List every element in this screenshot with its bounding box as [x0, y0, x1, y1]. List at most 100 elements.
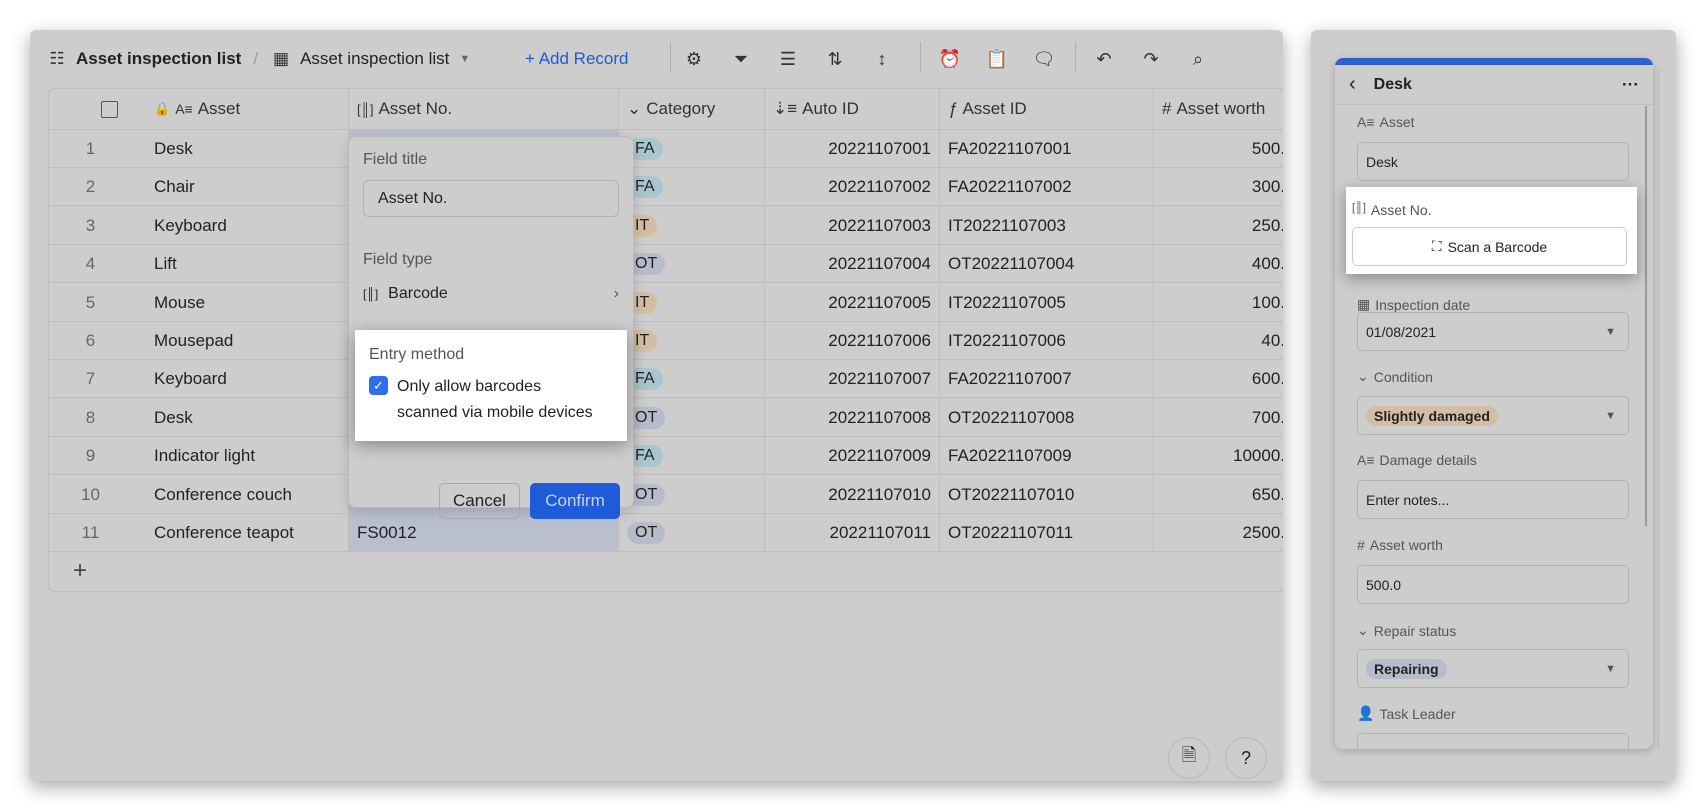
column-header-asset-no[interactable]: [║] Asset No. — [349, 89, 619, 130]
cell-asset-id[interactable]: OT20221107008 — [940, 398, 1154, 437]
column-header-asset-worth[interactable]: # Asset worth — [1154, 89, 1283, 130]
search-icon[interactable]: ⌕ — [1184, 45, 1212, 73]
cell-asset-worth[interactable]: 40. — [1154, 322, 1283, 360]
cell-asset-worth[interactable]: 10000. — [1154, 437, 1283, 475]
cell-auto-id[interactable]: 20221107005 — [765, 283, 940, 322]
redo-icon[interactable]: ↷ — [1137, 45, 1165, 73]
cell-asset-worth[interactable]: 600. — [1154, 360, 1283, 398]
row-number[interactable]: 9 — [49, 437, 132, 475]
cell-auto-id[interactable]: 20221107009 — [765, 437, 940, 476]
cell-auto-id[interactable]: 20221107007 — [765, 360, 940, 399]
settings-icon[interactable]: ⚙ — [680, 45, 708, 73]
cell-asset-worth[interactable]: 400. — [1154, 245, 1283, 283]
repair-status-select[interactable]: Repairing ▼ — [1357, 649, 1629, 688]
cell-asset-id[interactable]: IT20221107006 — [940, 322, 1154, 360]
clipboard-icon[interactable]: 📋 — [983, 45, 1011, 73]
cell-asset-id[interactable]: FA20221107001 — [940, 130, 1154, 168]
chevron-down-icon[interactable]: ▼ — [459, 53, 470, 65]
cell-asset-id[interactable]: IT20221107005 — [940, 283, 1154, 322]
table-row[interactable]: 8 Desk OT 20221107008 OT20221107008 700. — [49, 398, 1283, 437]
row-number[interactable]: 1 — [49, 130, 132, 168]
scan-barcode-button[interactable]: ⛶ Scan a Barcode — [1352, 227, 1627, 266]
row-number[interactable]: 4 — [49, 245, 132, 283]
cell-asset-worth[interactable]: 2500. — [1154, 514, 1283, 552]
cell-auto-id[interactable]: 20221107001 — [765, 130, 940, 168]
cell-asset-id[interactable]: FA20221107009 — [940, 437, 1154, 476]
cell-auto-id[interactable]: 20221107008 — [765, 398, 940, 437]
column-header-auto-id[interactable]: ⇣≡ Auto ID — [765, 89, 940, 130]
table-row[interactable]: 4 Lift OT 20221107004 OT20221107004 400. — [49, 245, 1283, 284]
sort-icon[interactable]: ⇅ — [821, 45, 849, 73]
row-number[interactable]: 8 — [49, 399, 132, 437]
cell-auto-id[interactable]: 20221107011 — [765, 514, 940, 552]
cell-asset[interactable]: Desk — [132, 398, 349, 437]
cell-asset[interactable]: Conference couch — [132, 475, 349, 514]
cell-asset-id[interactable]: FA20221107007 — [940, 360, 1154, 399]
task-leader-input[interactable] — [1357, 733, 1629, 749]
more-icon[interactable]: ··· — [1622, 75, 1639, 95]
row-number[interactable]: 6 — [49, 322, 132, 360]
row-height-icon[interactable]: ↕ — [868, 45, 896, 73]
cell-auto-id[interactable]: 20221107010 — [765, 475, 940, 514]
row-number[interactable]: 3 — [49, 207, 132, 245]
back-icon[interactable]: ‹ — [1349, 73, 1356, 96]
asset-input[interactable]: Desk — [1357, 142, 1629, 181]
cell-category[interactable]: FA — [619, 360, 765, 399]
row-number[interactable]: 5 — [49, 284, 132, 322]
table-row[interactable]: 9 Indicator light FA 20221107009 FA202211070… — [49, 437, 1283, 476]
table-row[interactable]: 7 Keyboard FA 20221107007 FA20221107007 600. — [49, 360, 1283, 399]
row-number[interactable]: 11 — [49, 514, 132, 552]
cell-asset[interactable]: Keyboard — [132, 206, 349, 245]
table-row[interactable]: 3 Keyboard IT 20221107003 IT20221107003 250. — [49, 206, 1283, 245]
cell-asset-id[interactable]: OT20221107010 — [940, 475, 1154, 514]
asset-worth-input[interactable]: 500.0 — [1357, 565, 1629, 604]
cell-asset-worth[interactable]: 100. — [1154, 284, 1283, 322]
cell-asset-id[interactable]: IT20221107003 — [940, 206, 1154, 245]
cell-category[interactable]: IT — [619, 206, 765, 245]
cell-category[interactable]: OT — [619, 245, 765, 284]
cell-asset[interactable]: Mousepad — [132, 322, 349, 360]
cell-category[interactable]: OT — [619, 514, 765, 552]
help-icon[interactable]: ? — [1225, 737, 1267, 779]
checkbox-checked-icon[interactable]: ✓ — [369, 376, 388, 395]
table-row[interactable]: 2 Chair FA 20221107002 FA20221107002 300. — [49, 168, 1283, 207]
row-number[interactable]: 7 — [49, 360, 132, 398]
cell-auto-id[interactable]: 20221107004 — [765, 245, 940, 284]
mobile-only-option[interactable]: ✓ Only allow barcodes scanned via mobile … — [369, 374, 619, 426]
cell-category[interactable]: OT — [619, 475, 765, 514]
cell-category[interactable]: OT — [619, 398, 765, 437]
cell-asset[interactable]: Keyboard — [132, 360, 349, 399]
field-title-input[interactable]: Asset No. — [363, 180, 619, 217]
cell-asset-no[interactable]: FS0012 — [349, 514, 619, 552]
column-header-asset[interactable]: 🔒 A≡ Asset — [132, 89, 349, 130]
comment-icon[interactable]: 🗨 — [1030, 45, 1058, 73]
cell-asset-id[interactable]: FA20221107002 — [940, 168, 1154, 207]
cell-category[interactable]: IT — [619, 283, 765, 322]
undo-icon[interactable]: ↶ — [1090, 45, 1118, 73]
table-row[interactable]: 10 Conference couch OT 20221107010 OT2022110… — [49, 475, 1283, 514]
cell-asset[interactable]: Lift — [132, 245, 349, 284]
column-header-asset-id[interactable]: ƒ Asset ID — [940, 89, 1154, 130]
cell-asset-worth[interactable]: 300. — [1154, 168, 1283, 206]
confirm-button[interactable]: Confirm — [530, 483, 620, 519]
row-number[interactable]: 10 — [49, 476, 132, 514]
table-row[interactable]: 5 Mouse IT 20221107005 IT20221107005 100. — [49, 283, 1283, 322]
field-type-selector[interactable]: [║] Barcode › — [363, 279, 619, 309]
table-row[interactable]: 11 Conference teapot FS0012 OT 20221107011 OT… — [49, 514, 1283, 552]
cell-asset-id[interactable]: OT20221107011 — [940, 514, 1154, 552]
filter-icon[interactable]: ⏷ — [727, 45, 755, 73]
cell-asset[interactable]: Conference teapot — [132, 514, 349, 552]
cell-auto-id[interactable]: 20221107002 — [765, 168, 940, 207]
damage-details-input[interactable]: Enter notes... — [1357, 480, 1629, 519]
cancel-button[interactable]: Cancel — [439, 483, 520, 519]
table-row[interactable]: 6 Mousepad IT 20221107006 IT20221107006 40. — [49, 322, 1283, 360]
inspection-date-select[interactable]: 01/08/2021 ▼ — [1357, 312, 1629, 351]
cell-category[interactable]: FA — [619, 168, 765, 207]
cell-asset[interactable]: Chair — [132, 168, 349, 207]
cell-asset-id[interactable]: OT20221107004 — [940, 245, 1154, 284]
row-number[interactable]: 2 — [49, 168, 132, 206]
table-row[interactable]: 1 Desk FA 20221107001 FA20221107001 500. — [49, 130, 1283, 168]
cell-category[interactable]: FA — [619, 130, 765, 168]
column-header-category[interactable]: ⌄ Category — [619, 89, 765, 130]
view-selector[interactable]: Asset inspection list — [300, 49, 449, 69]
